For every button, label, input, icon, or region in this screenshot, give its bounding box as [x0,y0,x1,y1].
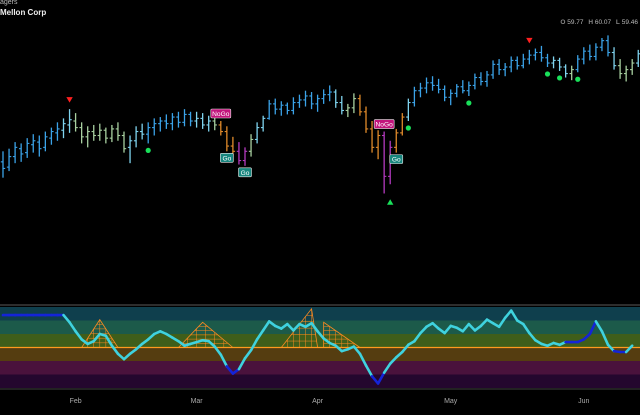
signal-dot [405,125,411,131]
oscillator-band [0,347,640,361]
oscillator-band [0,307,640,321]
oscillator-band [0,374,640,388]
signal-dot [544,71,551,77]
oscillator-pane[interactable] [0,307,640,388]
go-label: Go [238,167,252,178]
time-axis-label: Apr [312,398,324,405]
chart-title: Mellon Corp [0,8,47,17]
time-axis-label: Mar [191,398,204,405]
go-label: Go [389,154,404,164]
signal-dot [145,147,151,154]
label-text: NoGo [376,122,394,129]
high-value: 60.07 [594,19,612,26]
chart-canvas: NoGo Go Go NoGo Go Feb Mar Apr May Jun [0,0,640,415]
open-key: O [560,19,566,26]
oscillator-band [0,320,640,334]
signal-dot [466,100,472,106]
nogo-label: NoGo [373,119,395,129]
low-value: 59.46 [621,19,638,26]
label-text: Go [241,170,250,177]
low-key: L [615,19,620,26]
time-axis-label: Jun [578,398,589,405]
nogo-label: NoGo [210,108,232,119]
time-axis-label: Feb [70,398,82,405]
low-readout: L 59.46 [616,19,638,26]
label-text: NoGo [212,111,230,118]
high-readout: H 60.07 [588,19,611,26]
open-readout: O 59.77 [560,19,583,26]
time-axis-label: May [444,398,458,405]
signal-dot [575,76,581,82]
signal-dot [557,75,563,81]
go-label: Go [220,153,234,163]
label-text: Go [392,157,401,164]
open-value: 59.77 [567,19,584,26]
ohlc-readout: O 59.77 H 60.07 L 59.46 [557,19,638,26]
chart-subtitle: agers [0,0,18,6]
high-key: H [588,19,594,26]
label-text: Go [222,155,231,162]
oscillator-band [0,361,640,375]
